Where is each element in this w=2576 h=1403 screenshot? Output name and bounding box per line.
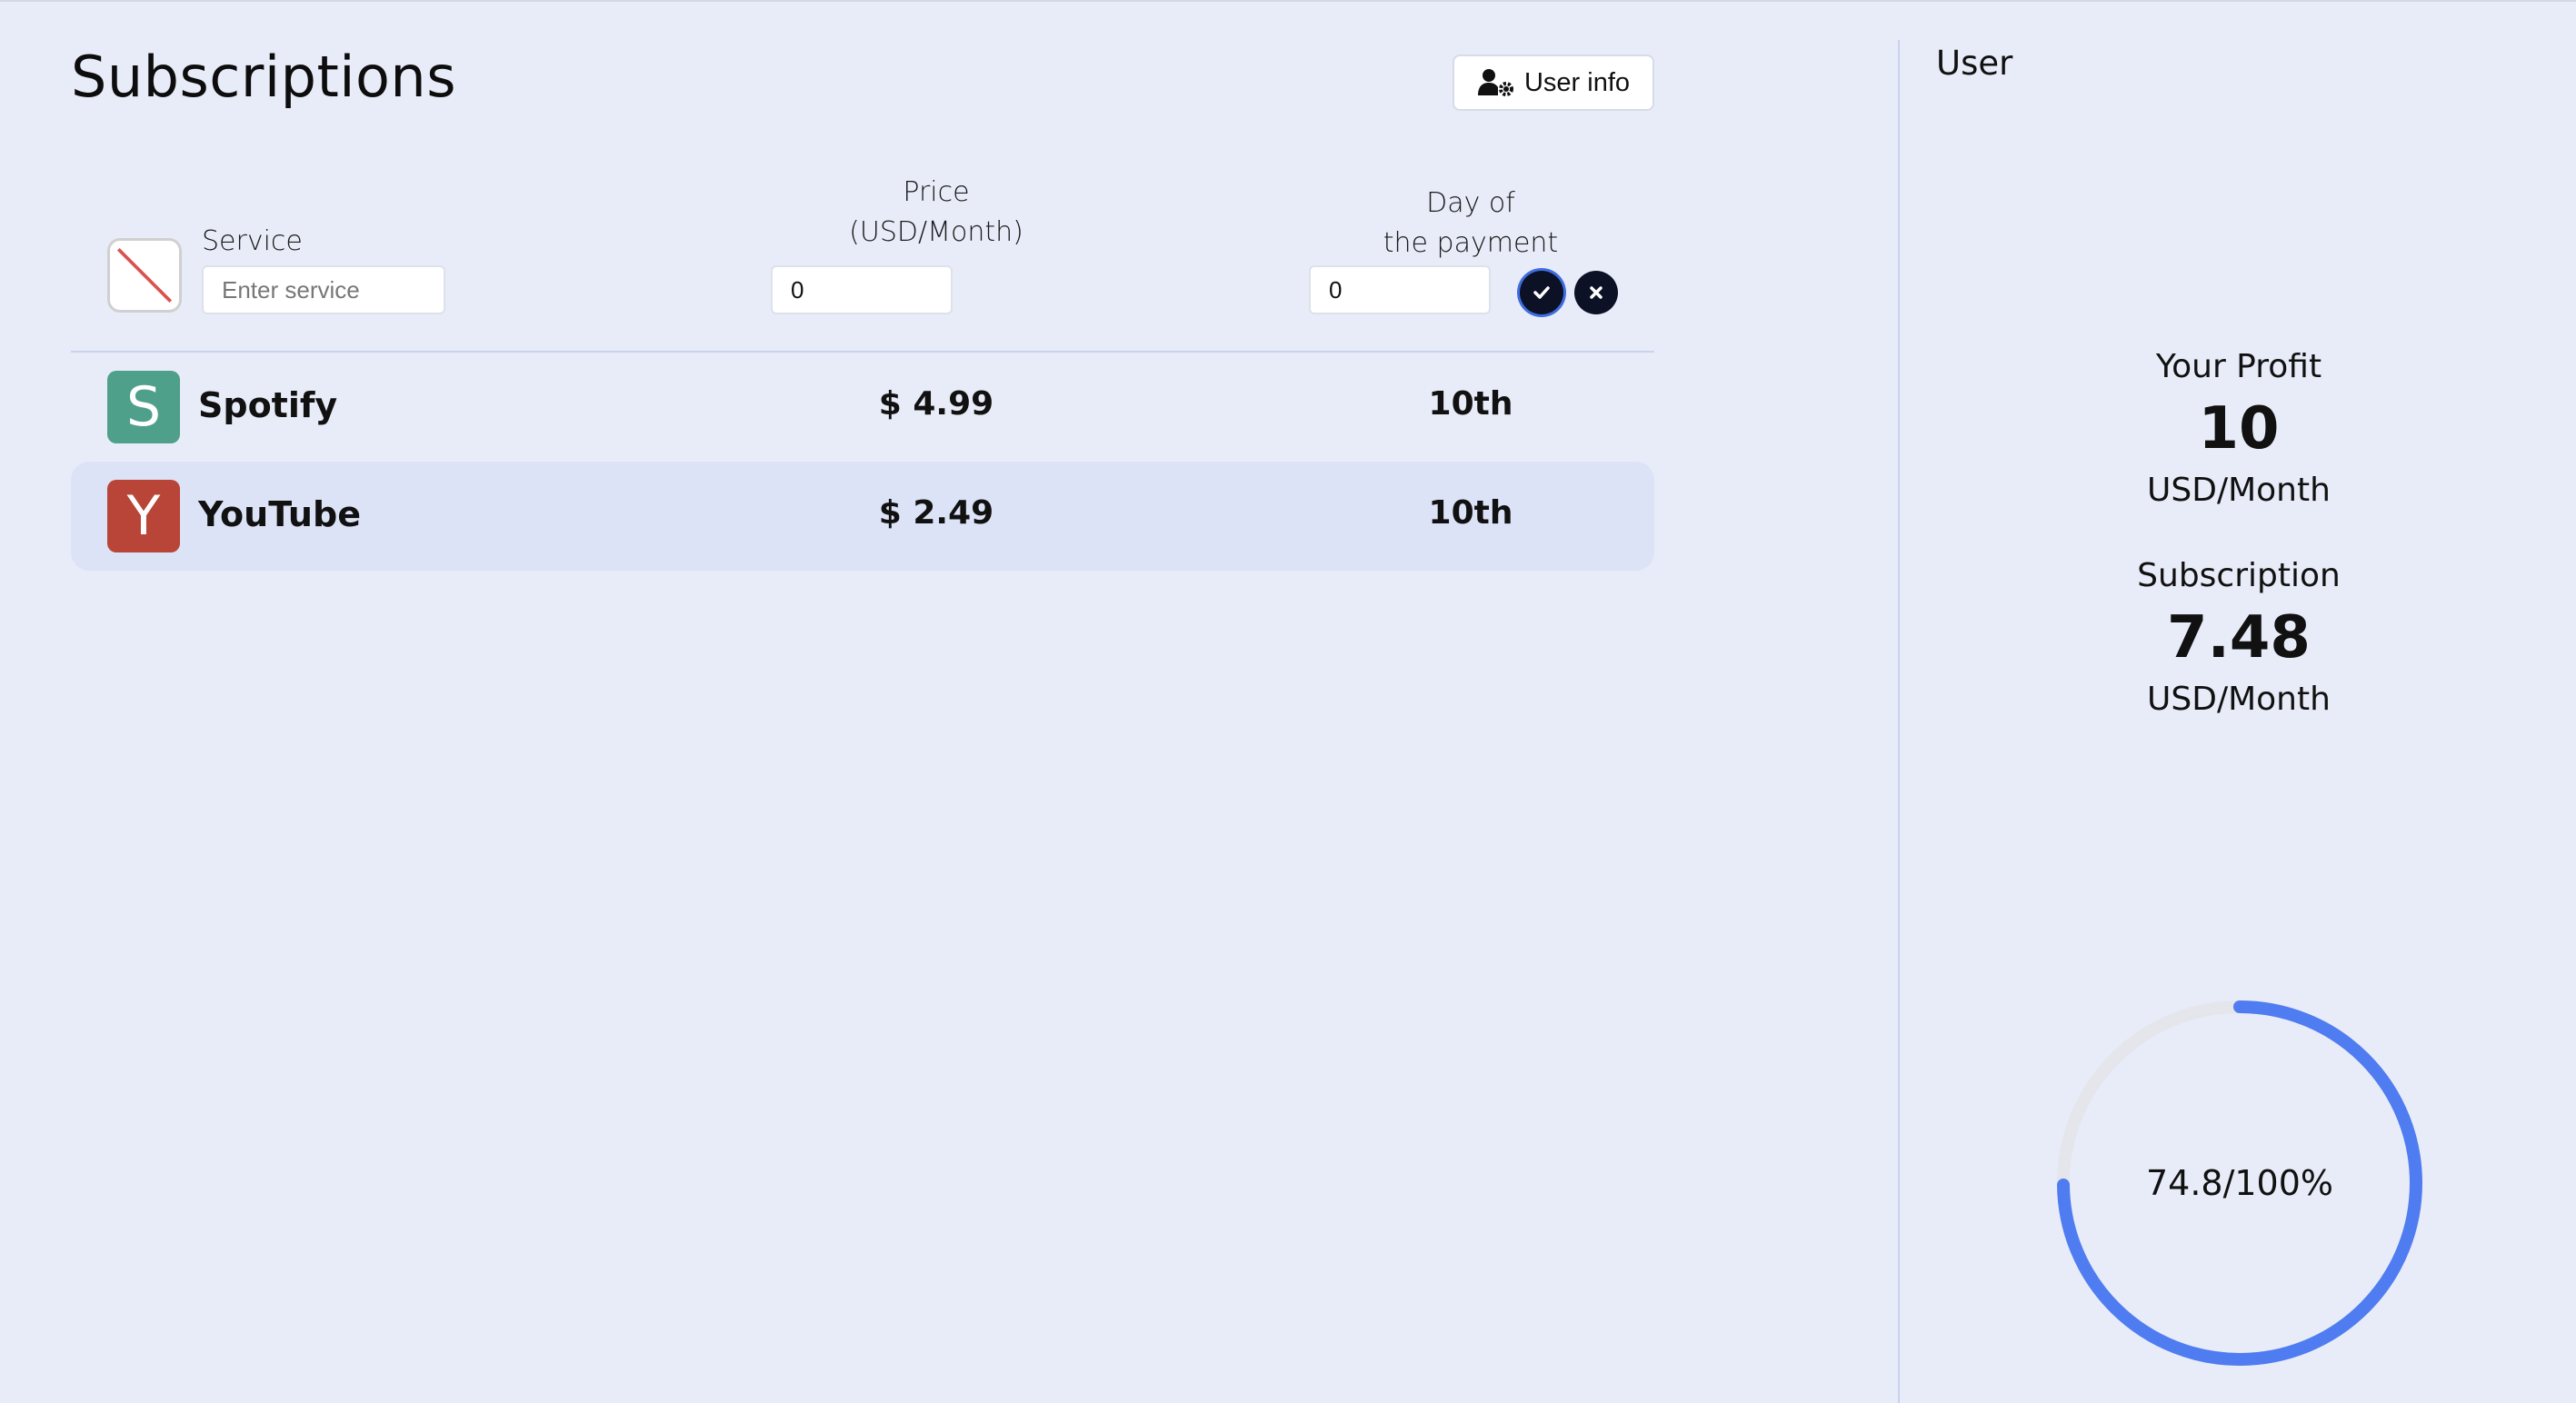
subscription-label: Subscription (2137, 557, 2341, 594)
service-logo: S (107, 371, 180, 443)
user-info-button[interactable]: User info (1453, 55, 1654, 111)
service-label: Service (202, 225, 303, 257)
user-info-label: User info (1523, 67, 1631, 97)
profit-label: Your Profit (2155, 348, 2322, 385)
user-sidebar: User Your Profit 10 USD/Month Subscripti… (1898, 40, 2576, 1403)
day-label-line1: Day of (1426, 187, 1515, 219)
subscription-stat: Subscription 7.48 USD/Month (1900, 551, 2576, 725)
service-name: YouTube (198, 494, 361, 534)
sidebar-title: User (1936, 44, 2013, 83)
service-logo: Y (107, 480, 180, 552)
price-label-line1: Price (903, 176, 970, 208)
check-icon (1533, 286, 1550, 299)
page-title: Subscriptions (71, 44, 457, 110)
subscription-unit: USD/Month (2147, 681, 2331, 718)
progress-text: 74.8/100% (2145, 1163, 2334, 1203)
profit-value: 10 (2198, 395, 2280, 463)
service-payment-day: 10th (1428, 385, 1513, 423)
main-panel: Subscriptions User info Service Price (U… (0, 2, 1898, 1403)
service-name: Spotify (198, 385, 338, 425)
confirm-button[interactable] (1520, 271, 1563, 314)
day-label-line2: the payment (1383, 227, 1559, 259)
price-label: Price (USD/Month) (745, 173, 1127, 253)
close-icon (1590, 286, 1603, 299)
progress-ring: 74.8/100% (2040, 983, 2440, 1383)
no-image-icon[interactable] (107, 238, 182, 313)
cancel-button[interactable] (1574, 271, 1618, 314)
service-price: $ 2.49 (878, 494, 994, 532)
price-input[interactable]: 0 (771, 265, 953, 314)
service-payment-day: 10th (1428, 494, 1513, 532)
day-input[interactable]: 0 (1309, 265, 1491, 314)
user-gear-icon (1477, 69, 1513, 96)
price-label-line2: (USD/Month) (849, 216, 1023, 248)
profit-stat: Your Profit 10 USD/Month (1900, 342, 2576, 516)
subscription-row-spotify[interactable]: S Spotify $ 4.99 10th (71, 353, 1654, 462)
subscription-row-youtube[interactable]: Y YouTube $ 2.49 10th (71, 462, 1654, 571)
profit-unit: USD/Month (2147, 472, 2331, 509)
add-subscription-form: Service Price (USD/Month) Day of the pay… (71, 174, 1654, 349)
service-price: $ 4.99 (878, 385, 994, 423)
day-label: Day of the payment (1300, 184, 1642, 264)
subscription-value: 7.48 (2167, 604, 2311, 672)
service-input[interactable]: Enter service (202, 265, 445, 314)
